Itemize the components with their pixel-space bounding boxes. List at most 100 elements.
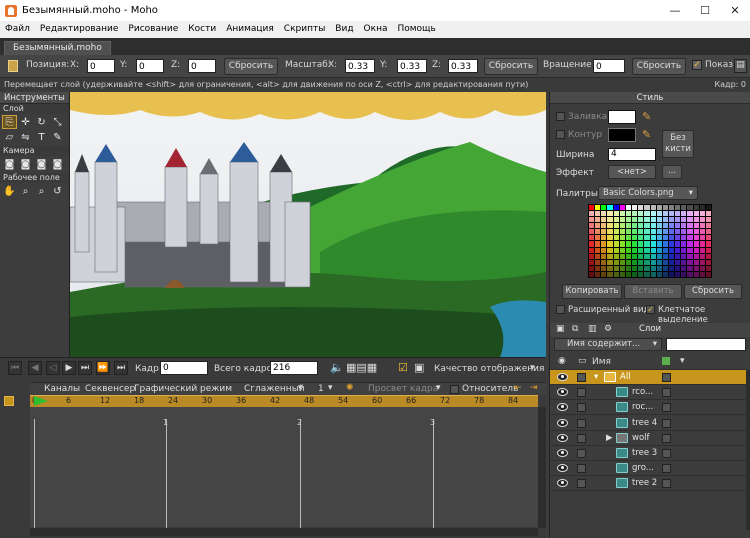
interval-chevron-icon[interactable]: ▾ xyxy=(328,383,333,393)
palette-swatch[interactable] xyxy=(693,229,699,235)
palette-swatch[interactable] xyxy=(613,223,619,229)
palette-swatch[interactable] xyxy=(632,241,638,247)
stroke-checkbox[interactable] xyxy=(556,130,565,139)
no-brush-button[interactable]: Без кисти xyxy=(662,130,694,158)
palette-swatch[interactable] xyxy=(699,253,705,259)
palette-swatch[interactable] xyxy=(644,271,650,277)
palette-swatch[interactable] xyxy=(632,265,638,271)
effect-more-button[interactable]: ... xyxy=(662,165,682,179)
palette-swatch[interactable] xyxy=(632,253,638,259)
palette-swatch[interactable] xyxy=(693,235,699,241)
reset-style-button[interactable]: Сбросить xyxy=(684,284,742,299)
palette-swatch[interactable] xyxy=(632,229,638,235)
palette-swatch[interactable] xyxy=(681,247,687,253)
palette-swatch[interactable] xyxy=(619,211,625,217)
palette-swatch[interactable] xyxy=(693,259,699,265)
shear-tool-icon[interactable]: ▱ xyxy=(2,130,17,144)
palette-swatch[interactable] xyxy=(693,205,699,211)
palette-swatch[interactable] xyxy=(638,241,644,247)
palette-swatch[interactable] xyxy=(644,235,650,241)
palette-swatch[interactable] xyxy=(632,271,638,277)
palette-swatch[interactable] xyxy=(625,223,632,229)
document-tab[interactable]: Безымянный.moho xyxy=(4,41,111,55)
palette-swatch[interactable] xyxy=(656,211,662,217)
stroke-color-swatch[interactable] xyxy=(608,128,636,142)
palette-swatch[interactable] xyxy=(650,265,656,271)
name-header[interactable]: Имя xyxy=(592,357,611,367)
camera-tilt-icon[interactable]: ◙ xyxy=(50,157,65,171)
palette-swatch[interactable] xyxy=(638,247,644,253)
palette-swatch[interactable] xyxy=(705,271,711,277)
palette-swatch[interactable] xyxy=(601,235,607,241)
palette-swatch[interactable] xyxy=(595,271,601,277)
palette-swatch[interactable] xyxy=(638,211,644,217)
copy-style-button[interactable]: Копировать xyxy=(562,284,622,299)
pencil-tool-icon[interactable]: ✎ xyxy=(50,130,65,144)
palette-swatch[interactable] xyxy=(650,217,656,223)
menu-edit[interactable]: Редактирование xyxy=(35,21,124,38)
palette-swatch[interactable] xyxy=(705,265,711,271)
key-prev-icon[interactable]: ⇤ xyxy=(514,383,522,393)
palette-swatch[interactable] xyxy=(693,265,699,271)
palette-swatch[interactable] xyxy=(589,247,595,253)
quality-chevron-icon[interactable]: ▾ xyxy=(530,363,535,373)
palette-swatch[interactable] xyxy=(662,247,668,253)
palette-swatch[interactable] xyxy=(662,205,668,211)
fill-checkbox[interactable] xyxy=(556,112,565,121)
scale-tool-icon[interactable]: ⤡ xyxy=(50,115,65,129)
palette-swatch[interactable] xyxy=(687,253,693,259)
layer-color-box[interactable] xyxy=(662,403,671,413)
palette-swatch[interactable] xyxy=(589,241,595,247)
palette-swatch[interactable] xyxy=(681,259,687,265)
menu-animation[interactable]: Анимация xyxy=(221,21,279,38)
palette-swatch[interactable] xyxy=(681,205,687,211)
palette-swatch[interactable] xyxy=(681,241,687,247)
layer-color-box[interactable] xyxy=(662,449,671,458)
palette-swatch[interactable] xyxy=(705,247,711,253)
step-forward-button[interactable]: ⏭ xyxy=(78,361,92,375)
palette-swatch[interactable] xyxy=(625,217,632,223)
palette-swatch[interactable] xyxy=(607,241,613,247)
palette-swatch[interactable] xyxy=(675,229,681,235)
palette-swatch[interactable] xyxy=(687,229,693,235)
step-back-button[interactable]: ◀ xyxy=(28,361,42,375)
key-next-icon[interactable]: ⇥ xyxy=(530,383,538,393)
eye-icon[interactable] xyxy=(557,388,568,397)
palette-swatch[interactable] xyxy=(687,241,693,247)
palette-swatch[interactable] xyxy=(601,217,607,223)
palette-swatch[interactable] xyxy=(625,241,632,247)
palette-swatch[interactable] xyxy=(589,205,595,211)
palette-swatch[interactable] xyxy=(681,229,687,235)
new-layer-icon[interactable]: ▣ xyxy=(556,324,565,334)
layer-row[interactable]: All ▾ xyxy=(550,370,746,385)
palette-swatch[interactable] xyxy=(632,205,638,211)
end-button[interactable]: ⏭ xyxy=(114,361,128,375)
palette-swatch[interactable] xyxy=(595,247,601,253)
palette-swatch[interactable] xyxy=(638,217,644,223)
palette-swatch[interactable] xyxy=(705,259,711,265)
palette-swatch[interactable] xyxy=(693,271,699,277)
palette-swatch[interactable] xyxy=(675,217,681,223)
onion-skin-label[interactable]: Просвет кадра xyxy=(368,384,438,394)
palette-swatch[interactable] xyxy=(619,253,625,259)
palette-swatch[interactable] xyxy=(650,229,656,235)
palette-swatch[interactable] xyxy=(650,223,656,229)
palette-swatch[interactable] xyxy=(650,205,656,211)
eye-icon[interactable] xyxy=(557,464,568,473)
palette-swatch[interactable] xyxy=(589,217,595,223)
layer-color-box[interactable] xyxy=(662,433,671,443)
palette-swatch[interactable] xyxy=(662,211,668,217)
palette-swatch[interactable] xyxy=(601,211,607,217)
palette-swatch[interactable] xyxy=(675,211,681,217)
translate-layer-tool-icon[interactable]: ⎘ xyxy=(2,115,17,129)
palette-swatch[interactable] xyxy=(595,217,601,223)
sort-chevron-icon[interactable]: ▾ xyxy=(680,356,685,366)
palette-swatch[interactable] xyxy=(644,265,650,271)
play-button[interactable]: ▶ xyxy=(62,361,76,375)
layer-lock-toggle[interactable] xyxy=(577,449,586,458)
palette-swatch[interactable] xyxy=(619,241,625,247)
palette-swatch[interactable] xyxy=(601,259,607,265)
palette-swatch[interactable] xyxy=(662,259,668,265)
zoom-out-tool-icon[interactable]: ⌕ xyxy=(34,184,49,198)
palette-swatch[interactable] xyxy=(675,235,681,241)
